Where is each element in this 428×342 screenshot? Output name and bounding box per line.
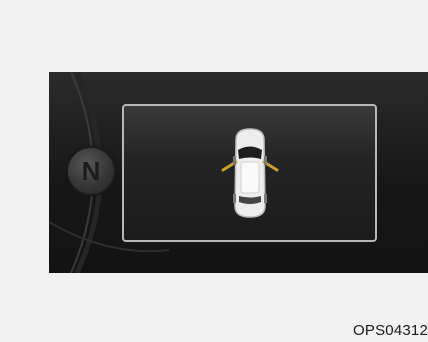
cluster-display [122, 104, 377, 242]
figure-code: OPS04312 [353, 322, 428, 339]
door-open-warning-icon [221, 128, 279, 218]
instrument-cluster: N [49, 72, 428, 273]
gear-indicator: N [68, 148, 114, 194]
